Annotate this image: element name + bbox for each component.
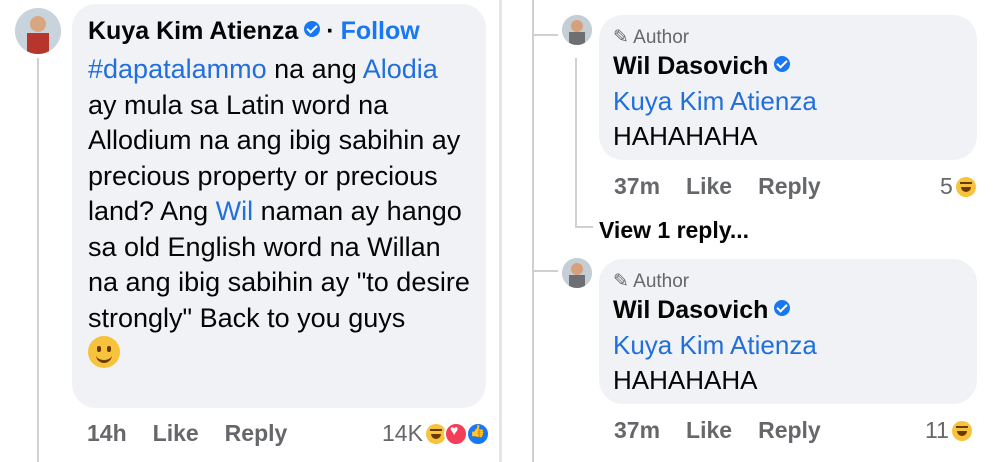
reply-bubble: ✎ Author Wil Dasovich Kuya Kim Atienza H… (599, 259, 977, 404)
thread-line (37, 58, 39, 462)
haha-reaction-icon (955, 176, 976, 197)
like-button[interactable]: Like (686, 173, 732, 199)
reply-button[interactable]: Reply (225, 420, 288, 446)
author-badge-label: Author (633, 27, 690, 48)
column-divider (499, 0, 502, 462)
view-replies-link[interactable]: View 1 reply... (599, 217, 749, 244)
like-button[interactable]: Like (686, 417, 732, 443)
reply-button[interactable]: Reply (758, 417, 821, 443)
verified-icon (774, 300, 791, 316)
reply-actions: 37m Like Reply (614, 417, 847, 444)
reply-author-name[interactable]: Wil Dasovich (613, 296, 768, 324)
comment-time[interactable]: 14h (87, 420, 127, 446)
mention-link[interactable]: Alodia (363, 54, 438, 84)
comment-text: #dapatalammo na ang Alodia ay mula sa La… (88, 52, 473, 374)
reaction-summary[interactable]: 14K (382, 420, 490, 447)
like-button[interactable]: Like (153, 420, 199, 446)
reaction-count: 11 (925, 417, 949, 443)
thread-branch (534, 34, 558, 36)
reaction-summary[interactable]: 11 (925, 417, 972, 444)
heart-reaction-icon (443, 421, 468, 446)
reply-bubble: ✎ Author Wil Dasovich Kuya Kim Atienza H… (599, 15, 977, 160)
comment-author-name[interactable]: Kuya Kim Atienza (88, 17, 298, 45)
reaction-summary[interactable]: 5 (940, 173, 976, 200)
thread-line (532, 0, 534, 462)
thread-line (575, 58, 577, 228)
smile-emoji-icon (88, 336, 120, 368)
reply-button[interactable]: Reply (758, 173, 821, 199)
verified-icon (774, 56, 791, 72)
thread-branch (575, 226, 593, 228)
reply-time[interactable]: 37m (614, 173, 660, 199)
reply-author-name[interactable]: Wil Dasovich (613, 52, 768, 80)
reaction-count: 14K (382, 420, 423, 446)
comment-text-part: na ang (266, 54, 357, 84)
thread-branch (534, 270, 558, 272)
mention-link[interactable]: Kuya Kim Atienza (613, 83, 817, 119)
mention-link[interactable]: Wil (216, 196, 253, 226)
reply-text: HAHAHAHA (613, 365, 758, 395)
comment-bubble: Kuya Kim Atienza · Follow #dapatalammo na … (72, 4, 486, 408)
reply-actions: 37m Like Reply (614, 173, 847, 200)
mention-link[interactable]: Kuya Kim Atienza (613, 327, 817, 363)
follow-button[interactable]: Follow (341, 17, 420, 45)
avatar[interactable] (562, 15, 592, 45)
pencil-icon: ✎ (613, 271, 629, 292)
author-badge: ✎ Author (613, 27, 689, 49)
hashtag-link[interactable]: #dapatalammo (88, 54, 267, 84)
separator-dot: · (326, 17, 335, 45)
verified-icon (304, 21, 321, 37)
pencil-icon: ✎ (613, 27, 629, 48)
reply-text: HAHAHAHA (613, 121, 758, 151)
like-reaction-icon (465, 421, 490, 446)
haha-reaction-icon (951, 420, 972, 441)
reply-time[interactable]: 37m (614, 417, 660, 443)
author-badge: ✎ Author (613, 271, 689, 293)
haha-reaction-icon (425, 423, 446, 444)
comment-actions: 14h Like Reply (87, 420, 313, 447)
author-badge-label: Author (633, 271, 690, 292)
reaction-count: 5 (940, 173, 953, 199)
avatar[interactable] (562, 258, 592, 288)
avatar[interactable] (15, 8, 61, 54)
